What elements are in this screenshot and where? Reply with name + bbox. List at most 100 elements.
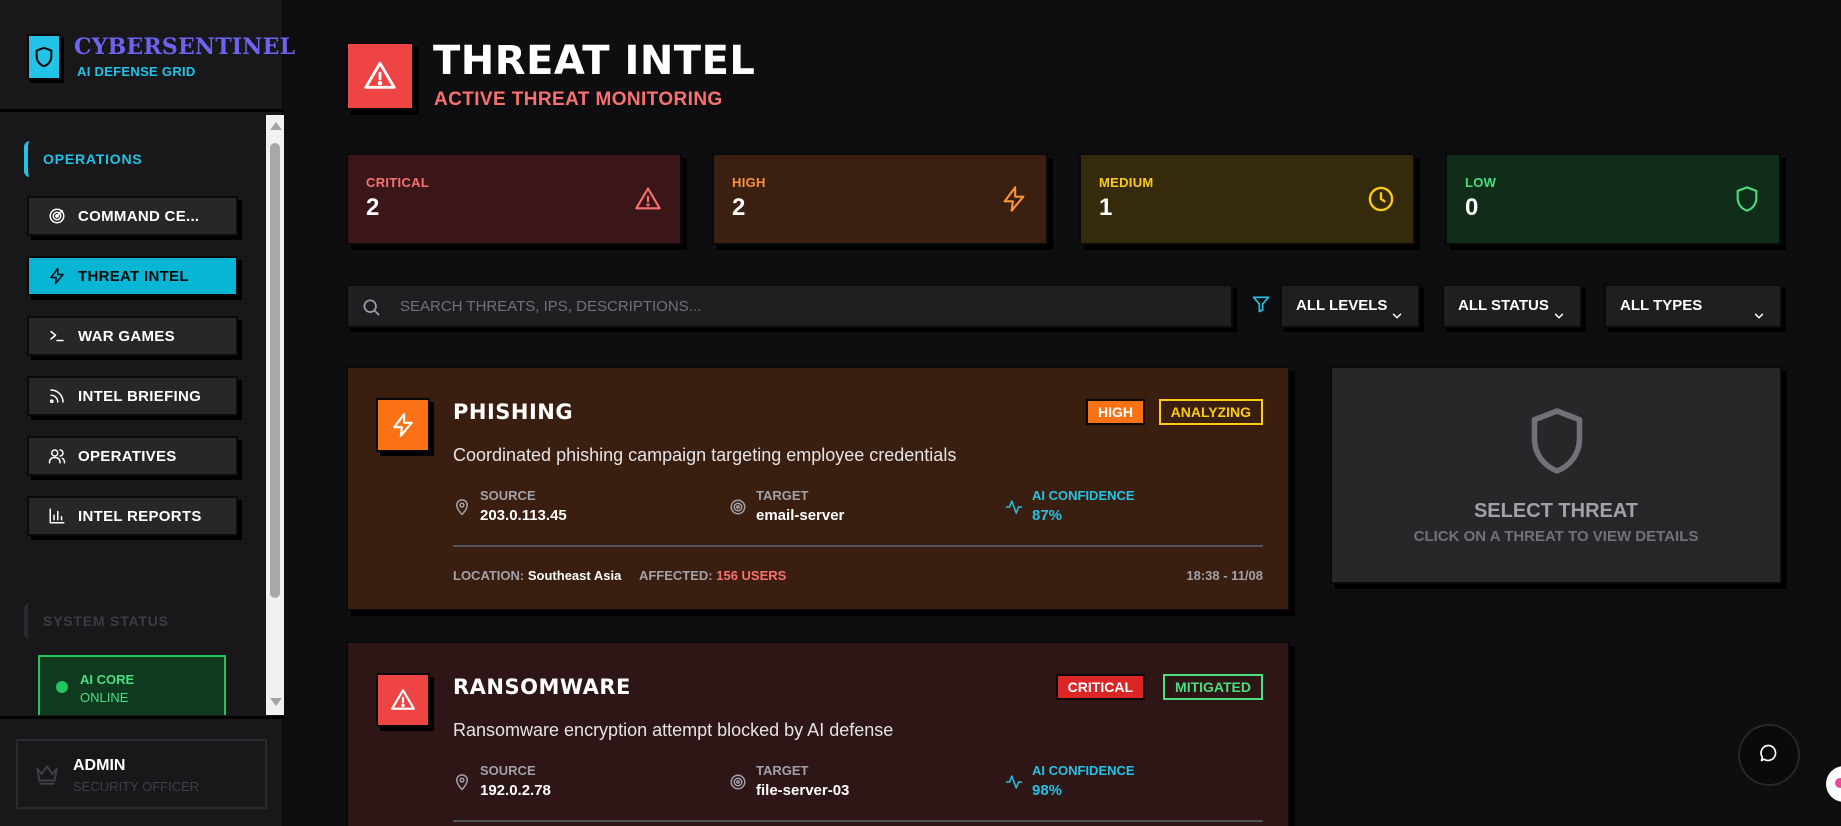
stat-card-medium[interactable]: MEDIUM 1	[1079, 153, 1415, 245]
target-icon	[729, 773, 747, 791]
alert-triangle-icon	[346, 42, 414, 110]
severity-badge: HIGH	[1086, 399, 1145, 425]
sidebar-item-command-center[interactable]: COMMAND CE...	[27, 196, 238, 236]
filter-icon	[1251, 294, 1271, 314]
activity-icon	[1005, 773, 1023, 791]
threat-name: PHISHING	[453, 400, 574, 424]
ai-core-status-card: AI CORE ONLINE	[38, 655, 226, 715]
scroll-up-icon[interactable]	[270, 122, 282, 130]
scroll-down-icon[interactable]	[270, 698, 282, 706]
stat-label: LOW	[1465, 175, 1497, 190]
shield-icon	[1733, 185, 1761, 213]
detail-subtitle: CLICK ON A THREAT TO VIEW DETAILS	[1413, 528, 1699, 545]
stat-value: 1	[1099, 194, 1113, 221]
activity-icon	[1005, 498, 1023, 516]
stat-card-critical[interactable]: CRITICAL 2	[346, 153, 682, 245]
sidebar: CYBERSENTINEL AI DEFENSE GRID OPERATIONS…	[0, 0, 295, 826]
sidebar-item-label: WAR GAMES	[78, 327, 175, 345]
sidebar-item-label: INTEL BRIEFING	[78, 387, 202, 405]
location-value: Southeast Asia	[527, 568, 622, 583]
target-icon	[729, 498, 747, 516]
threat-detail-panel: SELECT THREAT CLICK ON A THREAT TO VIEW …	[1330, 366, 1782, 584]
section-label-system-status: SYSTEM STATUS	[24, 603, 204, 639]
clock-icon	[1367, 185, 1395, 213]
radar-icon	[48, 207, 66, 225]
search-input[interactable]	[400, 286, 1220, 326]
sidebar-nav: OPERATIONS COMMAND CE... THREAT INTEL WA…	[0, 115, 268, 715]
threat-card[interactable]: PHISHING HIGH ANALYZING Coordinated phis…	[346, 366, 1290, 611]
shield-icon	[1527, 406, 1587, 476]
sidebar-item-label: OPERATIVES	[78, 447, 177, 465]
stat-label: MEDIUM	[1099, 175, 1154, 190]
status-value: ONLINE	[80, 690, 129, 705]
edge-widget-button[interactable]	[1826, 766, 1841, 802]
brand-subtitle: AI DEFENSE GRID	[77, 64, 196, 79]
crown-icon	[34, 761, 60, 787]
threat-timestamp: 18:38 - 11/08	[1186, 568, 1263, 583]
map-pin-icon	[453, 773, 471, 791]
affected-value: 156 USERS	[716, 568, 787, 583]
page-subtitle: ACTIVE THREAT MONITORING	[434, 89, 723, 110]
sidebar-item-threat-intel[interactable]: THREAT INTEL	[27, 256, 238, 296]
stat-value: 2	[366, 194, 380, 221]
type-filter-value: ALL TYPES	[1620, 297, 1703, 314]
threat-footer: LOCATION: Southeast Asia AFFECTED: 156 U…	[453, 568, 786, 583]
bar-chart-icon	[48, 507, 66, 525]
card-divider	[453, 820, 1263, 822]
source-ip: 192.0.2.78	[480, 782, 551, 799]
section-label-operations: OPERATIONS	[24, 141, 204, 177]
detail-title: SELECT THREAT	[1473, 500, 1639, 522]
field-label: SOURCE	[480, 488, 536, 503]
stat-label: CRITICAL	[366, 175, 430, 190]
sidebar-scrollbar[interactable]	[266, 115, 284, 715]
status-filter-value: ALL STATUS	[1458, 297, 1549, 314]
sidebar-divider	[0, 716, 284, 719]
field-label: AI CONFIDENCE	[1032, 763, 1135, 778]
field-label: SOURCE	[480, 763, 536, 778]
sidebar-item-war-games[interactable]: WAR GAMES	[27, 316, 238, 356]
field-label: TARGET	[756, 763, 809, 778]
sidebar-item-intel-reports[interactable]: INTEL REPORTS	[27, 496, 238, 536]
threat-description: Coordinated phishing campaign targeting …	[453, 445, 957, 465]
user-role: SECURITY OFFICER	[73, 779, 200, 794]
chat-button[interactable]	[1738, 724, 1800, 786]
brand-header: CYBERSENTINEL AI DEFENSE GRID	[0, 0, 295, 112]
sidebar-item-label: THREAT INTEL	[78, 267, 189, 285]
sidebar-item-label: COMMAND CE...	[78, 207, 200, 225]
stat-value: 0	[1465, 194, 1479, 221]
source-ip: 203.0.113.45	[480, 507, 567, 524]
sidebar-item-operatives[interactable]: OPERATIVES	[27, 436, 238, 476]
shield-logo-icon	[27, 34, 61, 80]
message-circle-icon	[1759, 743, 1779, 768]
stat-card-low[interactable]: LOW 0	[1445, 153, 1781, 245]
sidebar-item-intel-briefing[interactable]: INTEL BRIEFING	[27, 376, 238, 416]
chevron-down-icon	[1552, 299, 1566, 319]
threat-card[interactable]: RANSOMWARE CRITICAL MITIGATED Ransomware…	[346, 641, 1290, 826]
user-profile[interactable]: ADMIN SECURITY OFFICER	[16, 739, 267, 809]
threat-description: Ransomware encryption attempt blocked by…	[453, 720, 894, 740]
users-icon	[48, 447, 66, 465]
level-filter-value: ALL LEVELS	[1296, 297, 1388, 314]
status-title: AI CORE	[80, 672, 135, 687]
brand-name: CYBERSENTINEL	[74, 34, 296, 60]
terminal-icon	[48, 327, 66, 345]
rss-icon	[48, 387, 66, 405]
severity-badge: CRITICAL	[1055, 674, 1145, 700]
field-label: AI CONFIDENCE	[1032, 488, 1135, 503]
alert-triangle-icon	[376, 673, 430, 727]
status-online-dot	[56, 681, 68, 693]
scrollbar-thumb[interactable]	[270, 143, 280, 598]
chevron-down-icon	[1390, 299, 1404, 319]
location-label: LOCATION:	[453, 568, 525, 583]
target-host: file-server-03	[756, 782, 850, 799]
sidebar-item-label: INTEL REPORTS	[78, 507, 202, 525]
status-badge: MITIGATED	[1163, 674, 1263, 700]
status-filter-select[interactable]: ALL STATUS	[1442, 284, 1582, 328]
type-filter-select[interactable]: ALL TYPES	[1604, 284, 1782, 328]
zap-icon	[376, 398, 430, 452]
level-filter-select[interactable]: ALL LEVELS	[1280, 284, 1420, 328]
stat-card-high[interactable]: HIGH 2	[712, 153, 1048, 245]
zap-icon	[48, 267, 66, 285]
field-label: TARGET	[756, 488, 809, 503]
threat-name: RANSOMWARE	[453, 675, 631, 699]
